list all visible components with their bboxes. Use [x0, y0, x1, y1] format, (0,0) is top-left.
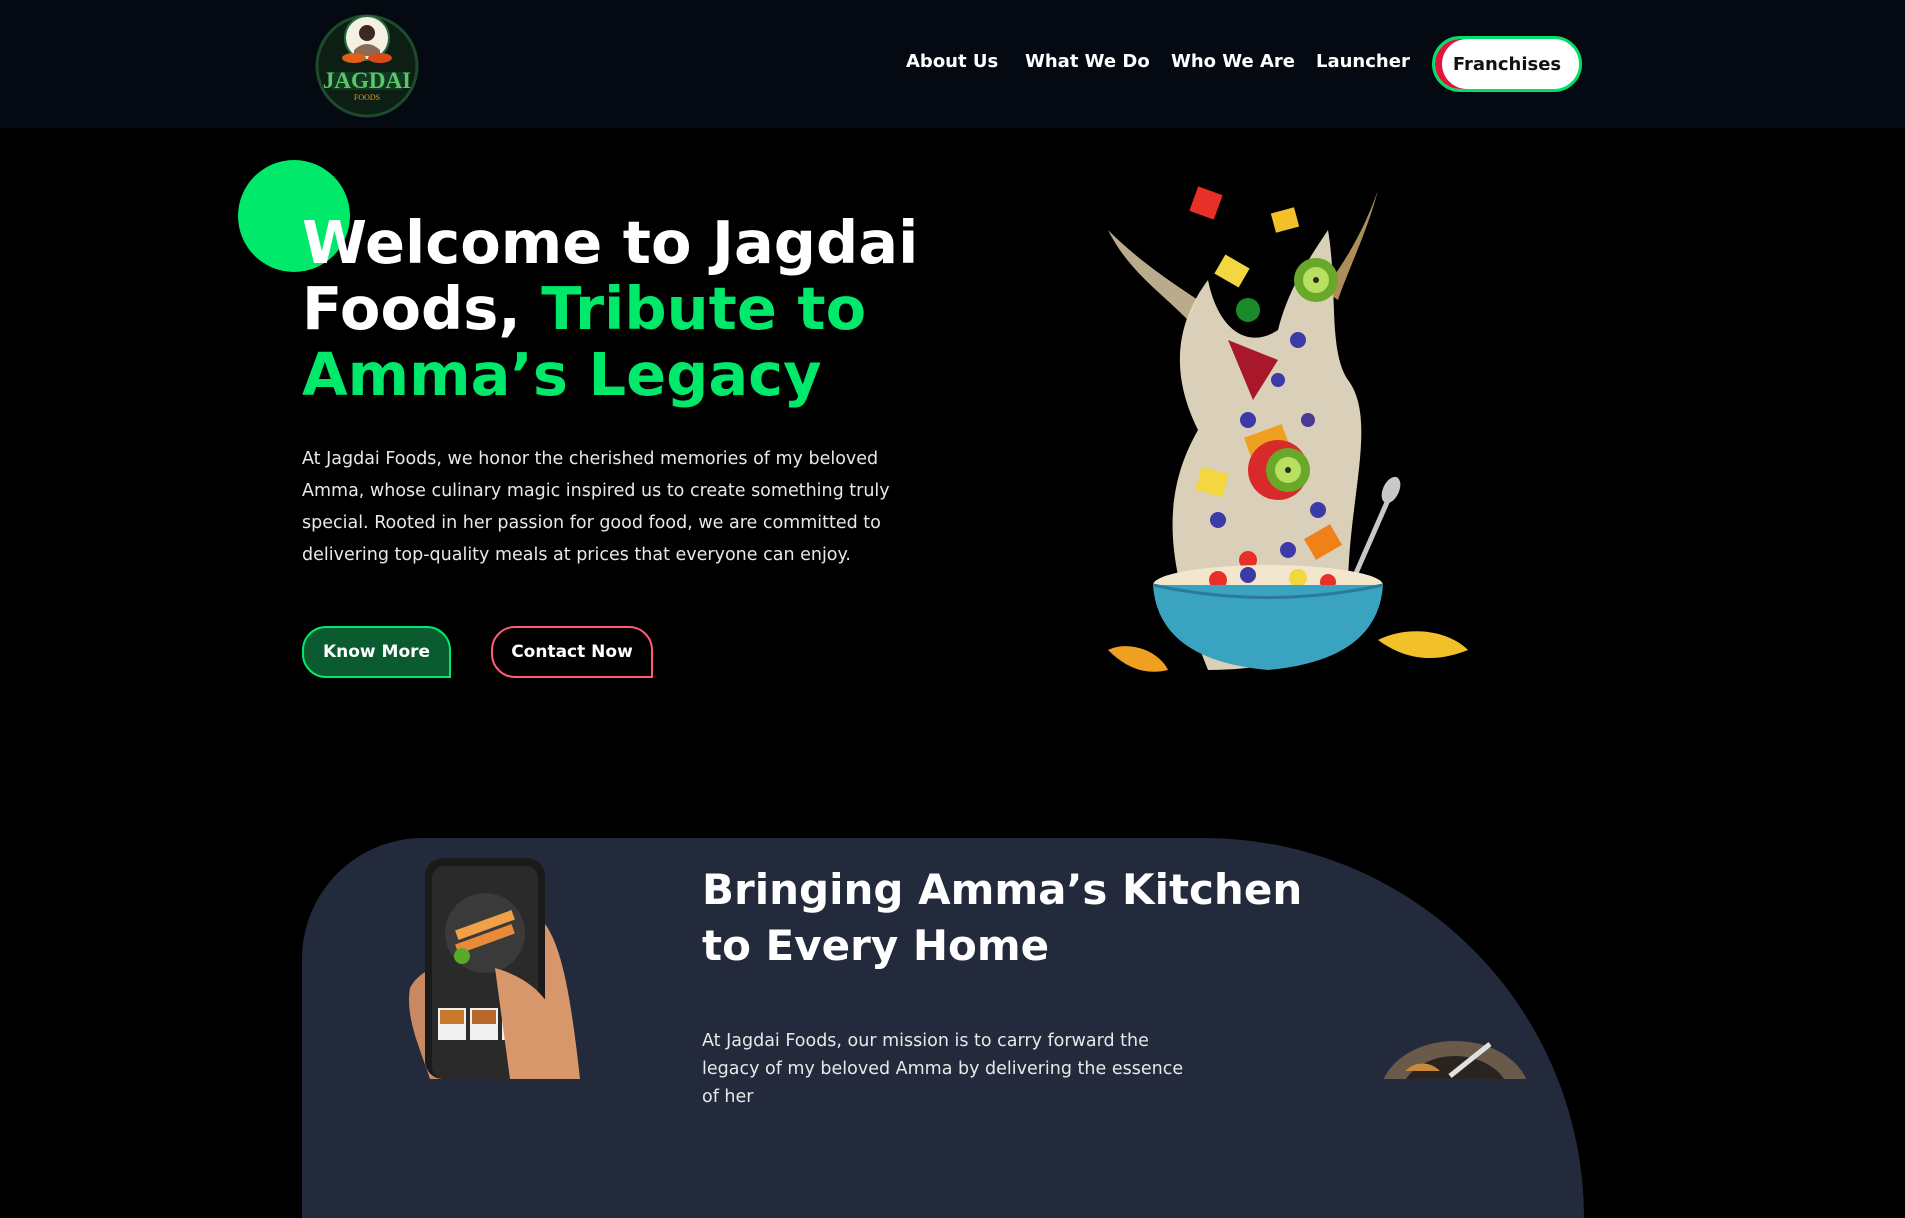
nav-what-we-do[interactable]: What We Do	[1025, 51, 1150, 72]
hero-description: At Jagdai Foods, we honor the cherished …	[302, 449, 890, 565]
nav-about-us[interactable]: About Us	[906, 51, 998, 72]
contact-now-button[interactable]: Contact Now	[491, 626, 653, 678]
dish-image	[1383, 1041, 1527, 1079]
nav-who-we-are[interactable]: Who We Are	[1171, 51, 1295, 72]
nav-launcher[interactable]: Launcher	[1316, 51, 1410, 72]
know-more-button[interactable]: Know More	[302, 626, 451, 678]
mission-description: At Jagdai Foods, our mission is to carry…	[702, 1031, 1184, 1107]
franchises-button[interactable]: Franchises	[1432, 36, 1582, 92]
phone-in-hand-image	[409, 858, 580, 1079]
main-nav: About Us What We Do Who We Are Launcher …	[0, 0, 1905, 128]
mission-title: Bringing Amma’s Kitchen to Every Home	[702, 865, 1303, 970]
hero-title: Welcome to Jagdai Foods, Tribute to Amma…	[302, 210, 942, 408]
fruit-bowl-splash-image	[1108, 186, 1468, 672]
site-header: JAGDAI FOODS About Us What We Do Who We …	[0, 0, 1905, 128]
